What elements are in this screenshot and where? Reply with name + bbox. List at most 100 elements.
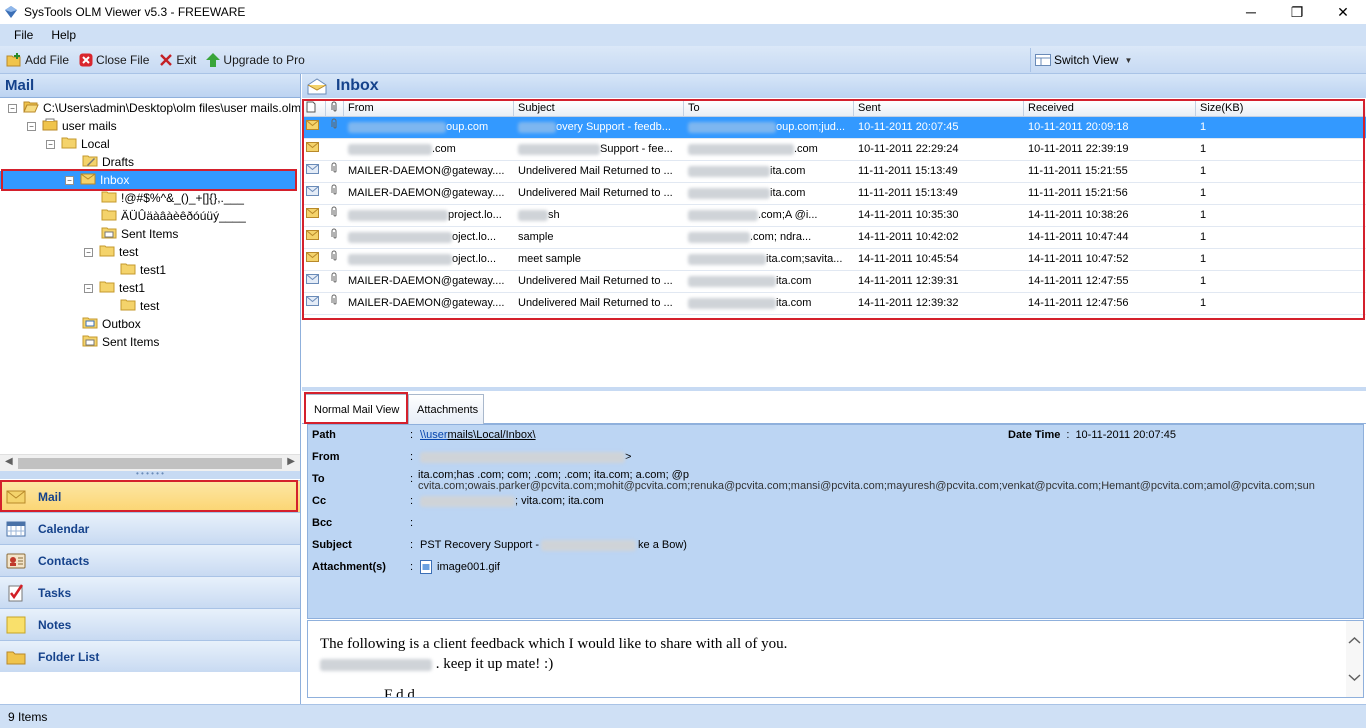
folder-icon (120, 262, 136, 278)
minimize-button[interactable]: ─ (1228, 0, 1274, 24)
folder-icon (99, 244, 115, 260)
tree-node-label: user mails (62, 119, 117, 133)
drafts-icon (82, 154, 98, 170)
tree-node[interactable]: − user mails (27, 117, 117, 135)
path-link[interactable]: \\user (420, 429, 448, 441)
tree-node[interactable]: − test1 (84, 279, 145, 297)
mailbox-icon (42, 118, 58, 134)
tree-expander-icon[interactable]: − (84, 247, 93, 257)
attachment-link[interactable]: image001.gif (437, 561, 500, 573)
tasks-icon (8, 583, 24, 601)
body-vertical-scrollbar[interactable] (1346, 621, 1363, 697)
nav-tasks[interactable]: Tasks (0, 576, 300, 608)
mail-nav-highlight-box (0, 480, 298, 512)
switch-view-dropdown[interactable]: Switch View ▼ (1030, 48, 1366, 72)
scroll-left-arrow-icon[interactable]: ◀ (5, 456, 13, 467)
close-window-button[interactable]: ✕ (1320, 0, 1366, 24)
panel-splitter[interactable]: • • • • • • (0, 470, 300, 479)
cc-row: Cc : ; vita.com; ita.com (312, 495, 604, 507)
folder-icon (120, 298, 136, 314)
date-time-label: Date Time (1008, 429, 1061, 441)
tree-node[interactable]: !@#$%^&_()_+[]{},.___ (84, 189, 244, 207)
upgrade-arrow-icon (206, 52, 221, 67)
tree-node[interactable]: test (103, 297, 159, 315)
redacted-cc (420, 495, 515, 507)
redacted-sender (420, 451, 625, 463)
tree-node-label: C:\Users\admin\Desktop\olm files\user ma… (43, 101, 300, 115)
tree-node[interactable]: Outbox (65, 315, 141, 333)
nav-tasks-label: Tasks (38, 585, 72, 600)
app-logo-icon (5, 6, 17, 18)
nav-folder-list-label: Folder List (38, 649, 100, 664)
from-row: From : > (312, 451, 632, 463)
folder-icon (99, 280, 115, 296)
body-line-2-wrap: . keep it up mate! :) (320, 656, 553, 673)
tree-node[interactable]: ÄÜÛäàâàèêðóúüý____ (84, 207, 246, 225)
preview-tabs: Normal Mail View Attachments (302, 392, 1366, 424)
subject-value-start: PST Recovery Support - (420, 539, 540, 551)
body-line-2: . keep it up mate! :) (435, 656, 554, 672)
scroll-down-arrow-icon[interactable] (1346, 671, 1363, 685)
nav-notes[interactable]: Notes (0, 608, 300, 640)
tree-expander-icon[interactable]: − (46, 139, 55, 149)
bcc-label: Bcc (312, 517, 333, 529)
tree-node[interactable]: − test (84, 243, 138, 261)
tree-node[interactable]: − C:\Users\admin\Desktop\olm files\user m… (8, 99, 300, 117)
nav-folder-list[interactable]: Folder List (0, 640, 300, 672)
preview-splitter[interactable] (302, 387, 1366, 391)
tree-node-label: test1 (140, 263, 167, 277)
inbox-title: Inbox (336, 77, 379, 94)
tab-attachments[interactable]: Attachments (408, 394, 484, 424)
right-panel: Inbox From Subject To Sent Received Size… (302, 74, 1366, 704)
body-line-1: The following is a client feedback which… (320, 636, 788, 652)
redacted-subject (541, 539, 637, 551)
add-file-button[interactable]: Add File (2, 52, 73, 67)
path-label: Path (312, 429, 336, 441)
scroll-up-arrow-icon[interactable] (1346, 633, 1363, 647)
folder-icon (61, 136, 77, 152)
exit-icon (160, 53, 173, 66)
normal-view-highlight-box (304, 392, 408, 424)
attachments-label: Attachment(s) (312, 561, 386, 573)
mail-header-panel: Path : \\user mails\Local/Inbox\ Date Tim… (307, 424, 1364, 619)
sent-icon (82, 334, 98, 350)
scroll-right-arrow-icon[interactable]: ▶ (287, 456, 295, 467)
tree-node[interactable]: test1 (103, 261, 166, 279)
exit-label: Exit (176, 52, 197, 67)
add-file-label: Add File (25, 52, 70, 67)
toolbar: Add File Close File Exit Upgrade to Pro … (0, 46, 1366, 74)
inbox-highlight-box (1, 169, 297, 191)
tree-expander-icon[interactable]: − (8, 103, 17, 113)
upgrade-label: Upgrade to Pro (223, 52, 305, 67)
tree-expander-icon[interactable]: − (27, 121, 36, 131)
close-file-button[interactable]: Close File (75, 53, 153, 67)
title-bar: SysTools OLM Viewer v5.3 - FREEWARE ─ ❐ … (0, 0, 1366, 24)
exit-button[interactable]: Exit (155, 53, 200, 67)
menu-help[interactable]: Help (43, 28, 84, 42)
tree-node-label: test (119, 245, 139, 259)
tree-expander-icon[interactable]: − (84, 283, 93, 293)
path-value: mails\Local/Inbox\ (447, 429, 536, 441)
menu-file[interactable]: File (6, 28, 41, 42)
to-value: ita.com;has .com; com; .com; .com; ita.c… (418, 470, 1353, 492)
nav-calendar[interactable]: Calendar (0, 512, 300, 544)
to-label: To (312, 473, 325, 485)
switch-view-icon (1035, 54, 1051, 66)
outbox-icon (82, 316, 98, 332)
upgrade-button[interactable]: Upgrade to Pro (202, 52, 308, 67)
nav-contacts-label: Contacts (38, 553, 90, 568)
maximize-button[interactable]: ❐ (1274, 0, 1320, 24)
left-panel-header: Mail (0, 74, 300, 98)
contacts-icon (6, 553, 26, 568)
folder-icon (101, 190, 117, 206)
tree-node[interactable]: Sent Items (84, 225, 178, 243)
date-time-value: 10-11-2011 20:07:45 (1075, 429, 1176, 441)
close-file-label: Close File (96, 52, 150, 67)
scroll-thumb[interactable] (18, 458, 282, 469)
tree-node[interactable]: Sent Items (65, 333, 159, 351)
nav-contacts[interactable]: Contacts (0, 544, 300, 576)
tree-node[interactable]: − Local (46, 135, 110, 153)
close-file-icon (79, 53, 93, 66)
chevron-down-icon: ▼ (1124, 55, 1133, 65)
folder-icon (101, 208, 117, 224)
